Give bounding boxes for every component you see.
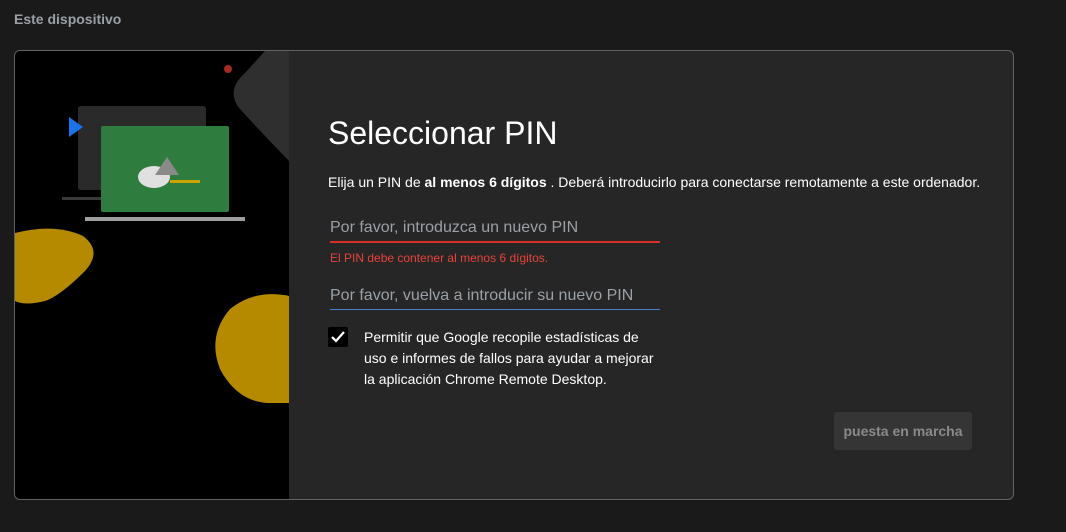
check-icon xyxy=(331,331,345,343)
red-dot xyxy=(224,65,232,73)
confirm-pin-input[interactable] xyxy=(330,287,660,309)
remote-desktop-illustration xyxy=(15,51,289,403)
front-monitor-stand xyxy=(85,217,245,221)
dialog-content: Seleccionar PIN Elija un PIN de al menos… xyxy=(328,51,1013,499)
confirm-pin-input-underline xyxy=(330,309,660,310)
pin-input-underline xyxy=(330,241,660,243)
description-bold: al menos 6 dígitos xyxy=(424,174,547,190)
grey-shape xyxy=(233,51,289,161)
consent-label[interactable]: Permitir que Google recopile estadística… xyxy=(364,327,664,390)
pin-dialog: Seleccionar PIN Elija un PIN de al menos… xyxy=(14,50,1014,500)
yellow-blob-right xyxy=(215,294,289,403)
yellow-blob-left xyxy=(15,228,94,304)
description-suffix: . Deberá introducirlo para conectarse re… xyxy=(546,174,981,190)
pin-field xyxy=(330,219,660,243)
consent-checkbox[interactable] xyxy=(328,327,348,347)
dialog-description: Elija un PIN de al menos 6 dígitos . Deb… xyxy=(328,174,980,190)
yellow-bar xyxy=(170,180,200,183)
dialog-title: Seleccionar PIN xyxy=(328,115,558,151)
pin-input[interactable] xyxy=(330,219,660,241)
pin-error-message: El PIN debe contener al menos 6 dígitos. xyxy=(330,251,549,265)
confirm-pin-field xyxy=(330,287,660,310)
description-prefix: Elija un PIN de xyxy=(328,174,425,190)
start-button[interactable]: puesta en marcha xyxy=(834,412,972,450)
section-title: Este dispositivo xyxy=(14,11,122,27)
illustration-panel xyxy=(15,51,289,499)
